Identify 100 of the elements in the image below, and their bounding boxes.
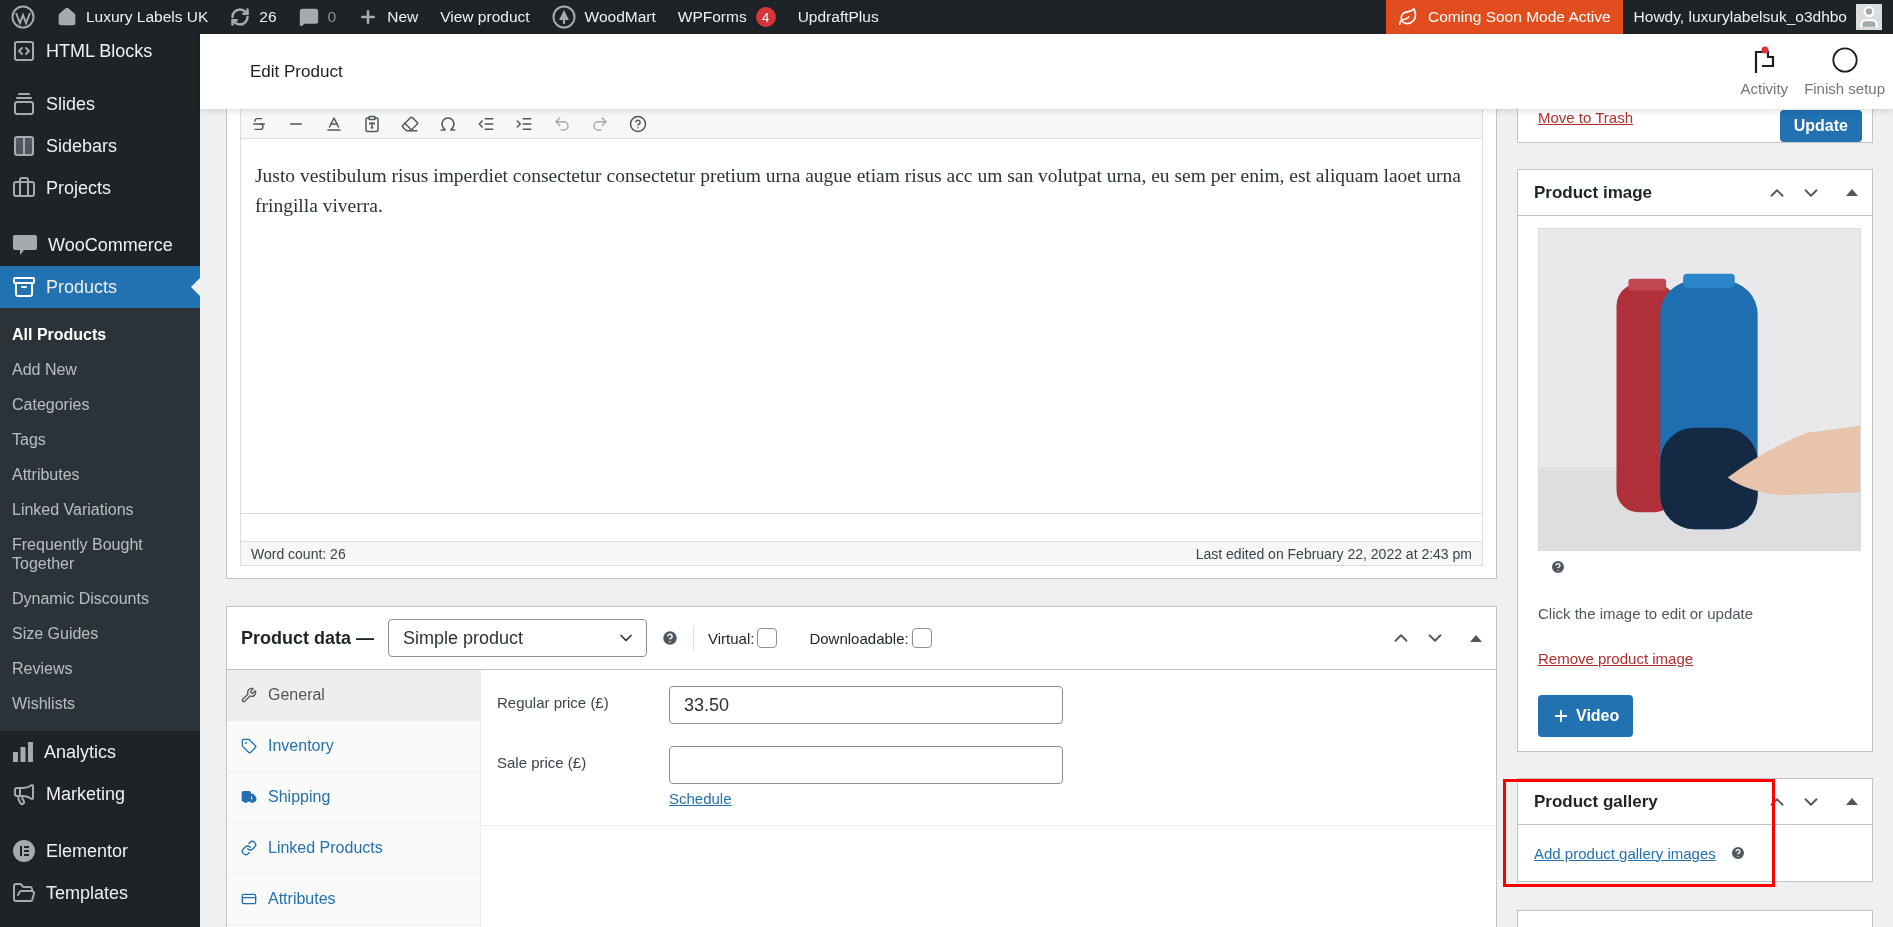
panel-title: Product data —	[241, 627, 374, 649]
folder-icon	[12, 881, 36, 905]
schedule-link[interactable]: Schedule	[669, 790, 732, 807]
toolbar-item[interactable]: 0	[287, 0, 348, 34]
panel-tab[interactable]: Linked Products	[227, 823, 480, 874]
collapse-icon[interactable]	[1470, 634, 1482, 642]
header-action[interactable]: Activity	[1732, 34, 1797, 109]
text-color-icon[interactable]	[325, 114, 343, 133]
panel-title: Product image	[1534, 182, 1653, 203]
panel-tab[interactable]: Inventory	[227, 721, 480, 772]
toolbar-item[interactable]: 26	[219, 0, 288, 34]
tab-label: Inventory	[268, 737, 334, 755]
submenu-item[interactable]: Add New	[0, 352, 200, 387]
wordpress-logo-icon[interactable]	[11, 5, 35, 29]
submenu-item[interactable]: Dynamic Discounts	[0, 581, 200, 616]
circle-icon	[1830, 46, 1859, 74]
paste-text-icon[interactable]	[363, 114, 381, 133]
checkbox[interactable]	[911, 628, 932, 648]
tree-icon	[551, 5, 576, 29]
page-title: Edit Product	[250, 61, 343, 82]
menu-item[interactable]: Sidebars	[0, 125, 200, 167]
menu-label: WooCommerce	[48, 234, 173, 256]
submenu-item[interactable]: Tags	[0, 422, 200, 457]
tab-label: General	[268, 686, 325, 704]
trash-link[interactable]: Move to Trash	[1538, 109, 1634, 126]
toolbar-item[interactable]: New	[347, 0, 430, 34]
panel-tab[interactable]: General	[227, 670, 480, 721]
menu-item[interactable]: Templates	[0, 872, 200, 914]
toolbar-link[interactable]: View product	[429, 0, 541, 34]
menu-item[interactable]: Projects	[0, 167, 200, 209]
toolbar-item[interactable]: WoodMart	[540, 0, 667, 34]
archive-icon	[12, 275, 36, 299]
card-icon	[241, 891, 257, 907]
refresh-icon	[230, 7, 251, 27]
menu-label: Products	[46, 276, 118, 298]
toolbar-link[interactable]: WPForms 4	[666, 0, 787, 34]
menu-item[interactable]: Products	[0, 266, 200, 308]
menu-label: Elementor	[46, 840, 129, 862]
columns-icon	[12, 134, 36, 158]
product-type-select[interactable]: Simple product	[388, 619, 647, 657]
help-icon	[661, 629, 679, 647]
menu-item[interactable]: Slides	[0, 83, 200, 125]
tab-label: Shipping	[268, 788, 331, 806]
submenu-item[interactable]: Reviews	[0, 651, 200, 686]
strikethrough-icon[interactable]	[251, 115, 267, 132]
menu-label: HTML Blocks	[46, 40, 153, 62]
collapse-icon[interactable]	[1846, 798, 1858, 805]
submenu-item[interactable]: Categories	[0, 387, 200, 422]
menu-item[interactable]: Elementor	[0, 830, 200, 872]
menu-item[interactable]: Marketing	[0, 773, 200, 815]
tab-label: Linked Products	[268, 839, 383, 857]
update-button[interactable]: Update	[1779, 109, 1862, 142]
toolbar-label: UpdraftPlus	[797, 8, 879, 26]
action-label: Activity	[1740, 80, 1789, 97]
toolbar-link[interactable]: UpdraftPlus	[786, 0, 890, 34]
header-action[interactable]: Finish setup	[1796, 34, 1893, 109]
greeting: Howdy, luxurylabelsuk_o3dhbo	[1633, 8, 1847, 26]
help-icon	[1550, 559, 1566, 575]
avatar-icon	[1856, 4, 1882, 30]
plus-icon	[1552, 707, 1570, 725]
submenu-item[interactable]: All Products	[0, 317, 200, 352]
omega-icon[interactable]	[439, 114, 457, 133]
toolbar-item[interactable]: Luxury Labels UK	[46, 0, 220, 34]
menu-item[interactable]: Analytics	[0, 731, 200, 773]
toolbar-label: WoodMart	[584, 8, 656, 26]
account-menu[interactable]: Howdy, luxurylabelsuk_o3dhbo	[1622, 0, 1893, 34]
menu-label: Slides	[46, 93, 96, 115]
home-icon	[57, 7, 77, 27]
submenu-item[interactable]: Linked Variations	[0, 492, 200, 527]
elementor-icon	[12, 839, 36, 863]
toolbar-label: View product	[440, 8, 530, 26]
submenu-item[interactable]: Attributes	[0, 457, 200, 492]
menu-item[interactable]: HTML Blocks	[0, 34, 200, 68]
field-label: Sale price (£)	[497, 753, 588, 773]
speech-bubble-icon	[12, 234, 38, 256]
submenu-item[interactable]: Frequently Bought Together	[0, 527, 200, 581]
add-gallery-link[interactable]: Add product gallery images	[1534, 844, 1716, 862]
panel-tab[interactable]: Shipping	[227, 772, 480, 823]
collapse-icon[interactable]	[1846, 189, 1858, 196]
current-pointer	[191, 278, 200, 296]
coming-soon-notice[interactable]: Coming Soon Mode Active	[1385, 0, 1623, 34]
menu-label: Analytics	[44, 741, 117, 763]
toolbar-label: 0	[327, 8, 337, 26]
video-button[interactable]: Video	[1538, 695, 1634, 737]
submenu-item[interactable]: Wishlists	[0, 686, 200, 721]
toolbar-label: WPForms	[677, 8, 747, 26]
option-label: Virtual:	[708, 629, 755, 647]
last-edited: Last edited on February 22, 2022 at 2:43 pm	[1195, 545, 1472, 562]
option-label: Downloadable:	[809, 629, 909, 647]
link-icon	[241, 840, 257, 856]
remove-image-link[interactable]: Remove product image	[1538, 650, 1694, 667]
eraser-icon[interactable]	[401, 114, 419, 133]
help-icon[interactable]	[629, 114, 647, 133]
submenu-item[interactable]: Size Guides	[0, 616, 200, 651]
price-field[interactable]: 33.50	[669, 686, 1063, 724]
checkbox[interactable]	[757, 628, 778, 648]
price-field[interactable]	[669, 746, 1063, 784]
help-icon	[1729, 845, 1746, 861]
menu-item[interactable]: WooCommerce	[0, 224, 200, 266]
panel-tab[interactable]: Attributes	[227, 874, 480, 925]
